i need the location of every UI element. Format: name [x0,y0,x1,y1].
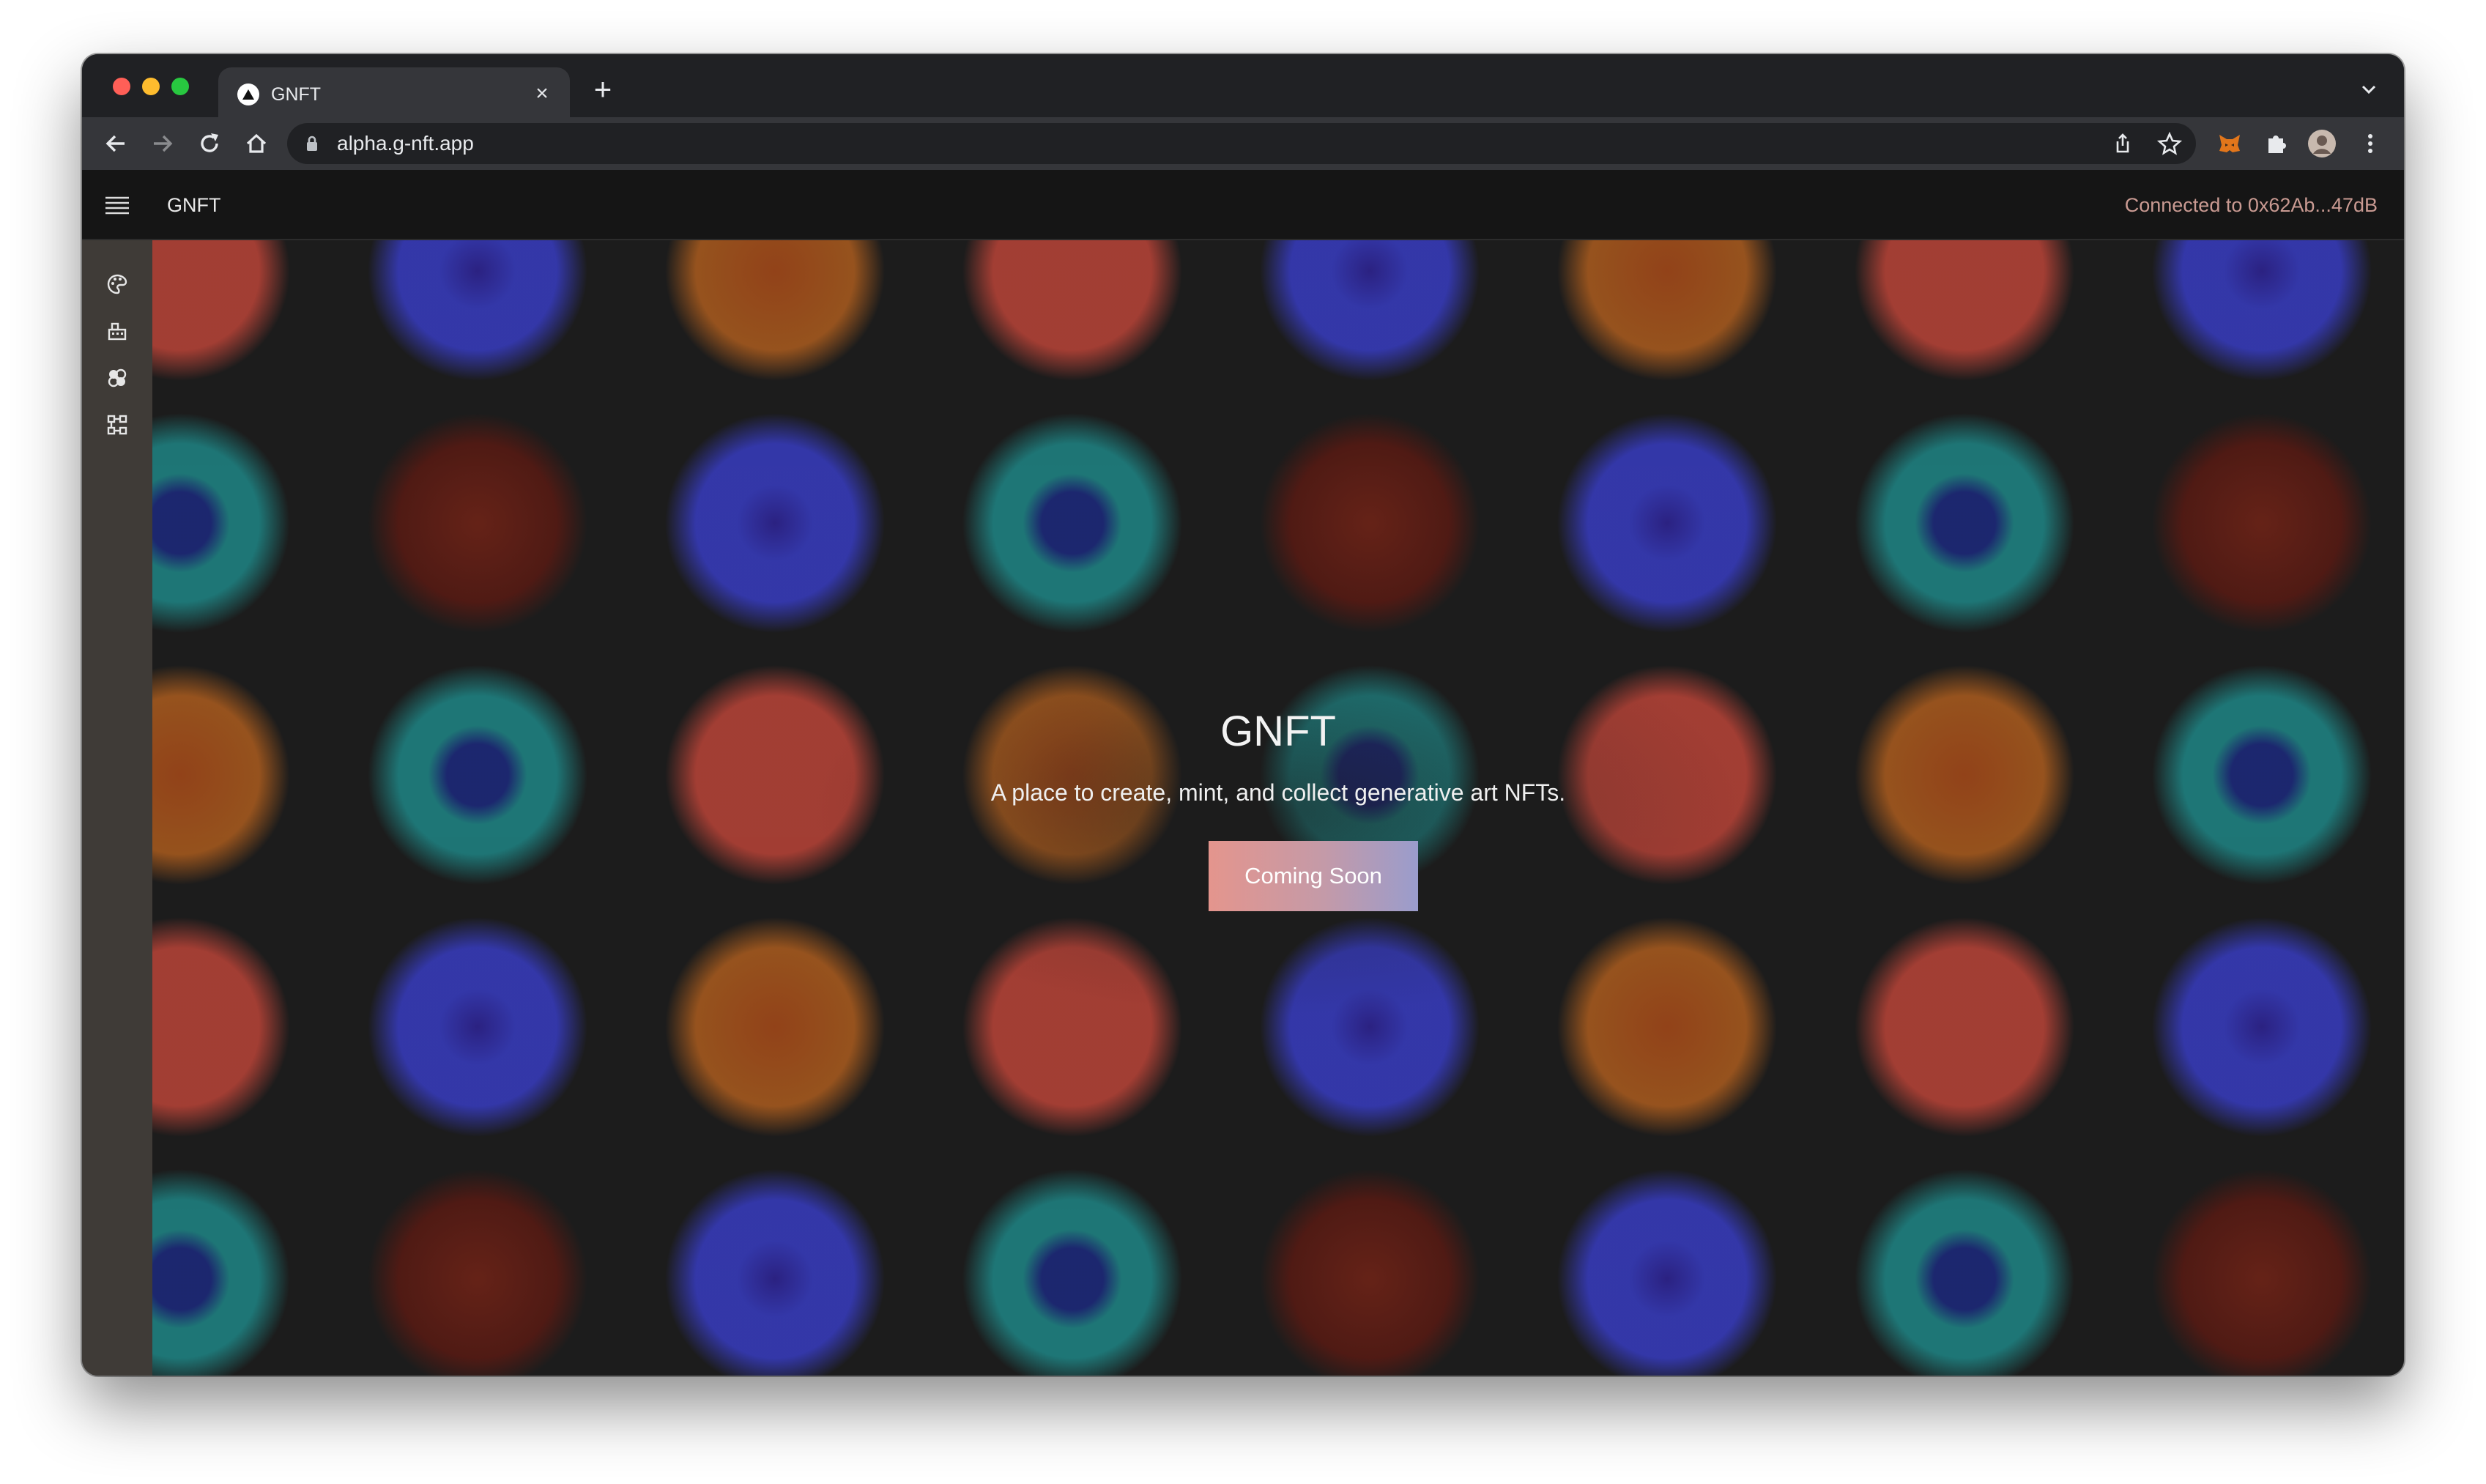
main-content: GNFT A place to create, mint, and collec… [152,240,2404,1376]
palette-icon[interactable] [105,272,129,296]
browser-toolbar: alpha.g-nft.app [82,117,2404,170]
extensions-puzzle-icon[interactable] [2262,129,2291,158]
app-header: GNFT Connected to 0x62Ab...47dB [82,170,2404,240]
coming-soon-button[interactable]: Coming Soon [1209,841,1418,911]
maximize-window-button[interactable] [171,78,189,95]
url-text[interactable]: alpha.g-nft.app [337,133,474,155]
close-window-button[interactable] [113,78,130,95]
back-icon[interactable] [101,129,130,158]
bookmark-star-icon[interactable] [2156,130,2183,157]
favicon-icon [237,84,259,105]
factory-icon[interactable] [105,319,129,343]
tab-title: GNFT [271,84,322,105]
browser-tab[interactable]: GNFT × [218,67,570,117]
app-title[interactable]: GNFT [167,194,221,216]
hero-subtitle: A place to create, mint, and collect gen… [990,779,1566,806]
profile-avatar[interactable] [2307,129,2337,158]
hero-title: GNFT [1220,708,1336,755]
share-icon[interactable] [2110,130,2136,157]
network-icon[interactable] [105,413,129,437]
tab-strip: GNFT × + [82,54,2404,117]
tab-close-icon[interactable]: × [529,81,555,107]
collection-icon[interactable] [105,366,129,390]
reload-icon[interactable] [195,129,224,158]
tab-search-icon[interactable] [2356,76,2382,103]
home-icon[interactable] [242,129,271,158]
browser-menu-icon[interactable] [2356,129,2385,158]
browser-window: GNFT × + alpha.g-nft.app GNFT Connected … [82,54,2404,1376]
minimize-window-button[interactable] [142,78,160,95]
lock-icon[interactable] [305,135,319,156]
forward-icon[interactable] [148,129,177,158]
new-tab-button[interactable]: + [587,74,618,105]
hamburger-menu-icon[interactable] [104,195,130,215]
side-navigation [82,240,152,1376]
address-bar[interactable]: alpha.g-nft.app [287,123,2196,164]
wallet-status[interactable]: Connected to 0x62Ab...47dB [2125,194,2378,216]
hero-section: GNFT A place to create, mint, and collec… [152,240,2404,1376]
metamask-extension-icon[interactable] [2215,129,2244,158]
